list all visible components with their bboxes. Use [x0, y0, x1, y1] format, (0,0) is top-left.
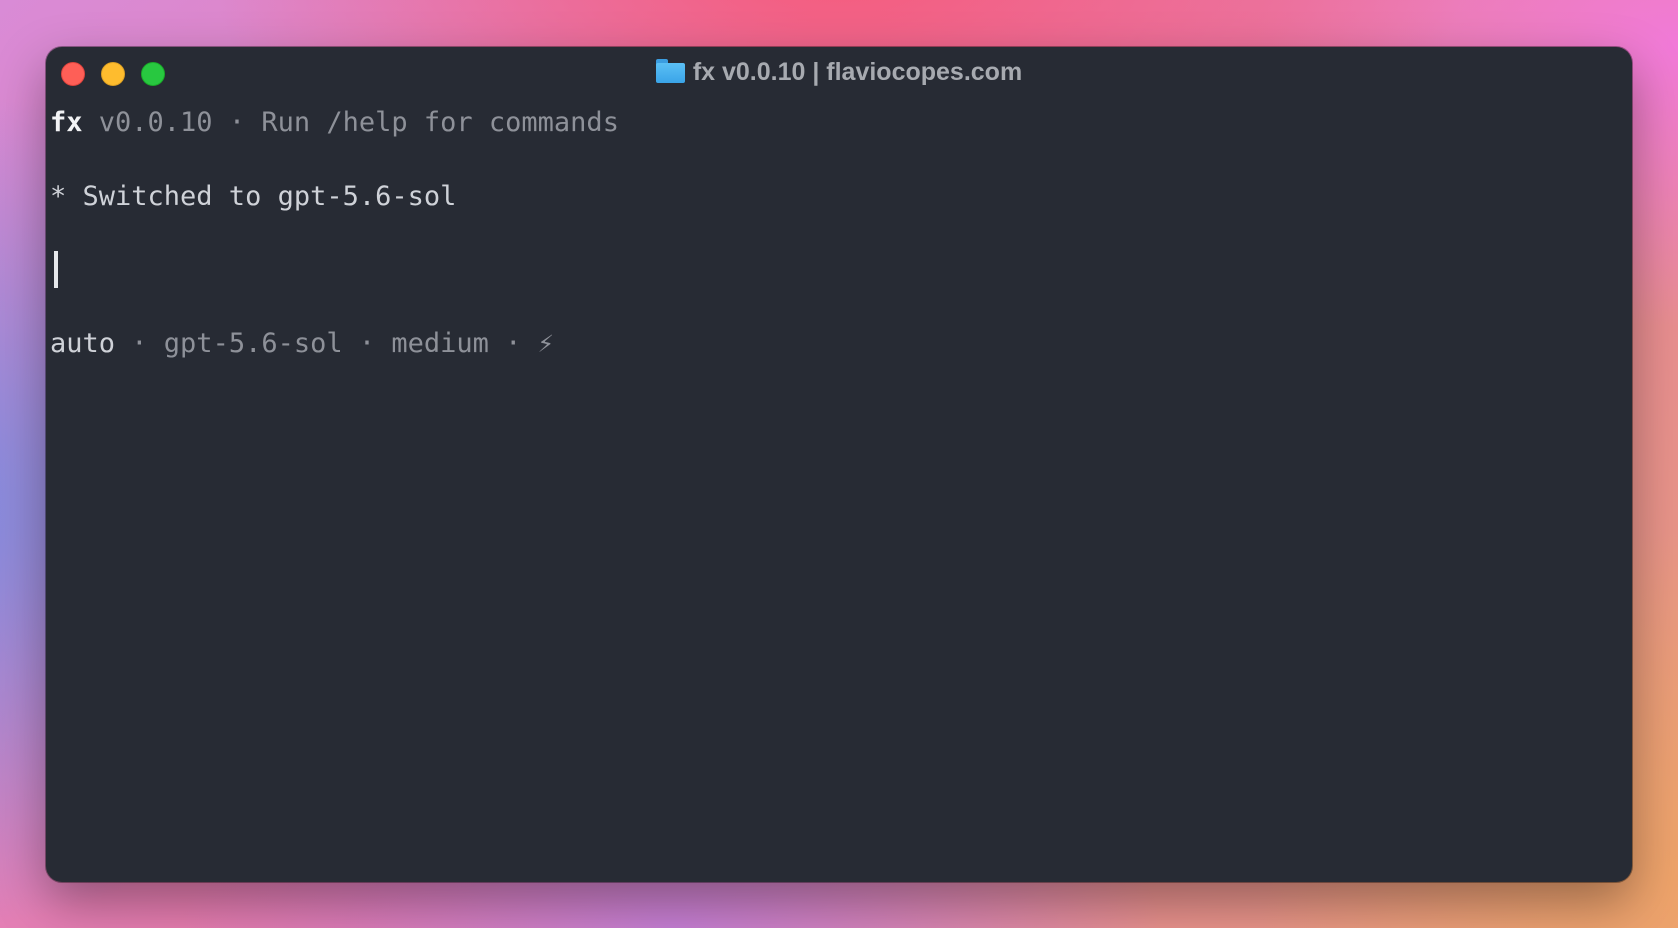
app-name: fx — [50, 107, 83, 138]
terminal-window: fx v0.0.10 | flaviocopes.com fx v0.0.10 … — [46, 47, 1632, 882]
status-bar: auto · gpt-5.6-sol · medium · ⚡︎ — [50, 325, 554, 362]
text-cursor — [54, 251, 58, 288]
folder-icon — [655, 59, 685, 83]
bolt-icon: ⚡︎ — [537, 328, 554, 359]
window-title: fx v0.0.10 | flaviocopes.com — [46, 57, 1632, 87]
header-info: v0.0.10 · Run /help for commands — [82, 107, 619, 138]
prompt-input[interactable] — [50, 251, 58, 288]
model-info: · gpt-5.6-sol · medium · — [115, 328, 538, 359]
status-message: * Switched to gpt-5.6-sol — [50, 181, 457, 212]
title-bar[interactable]: fx v0.0.10 | flaviocopes.com — [46, 47, 1632, 97]
window-title-text: fx v0.0.10 | flaviocopes.com — [692, 58, 1023, 86]
mode-label: auto — [50, 328, 116, 359]
header-line: fx v0.0.10 · Run /help for commands — [50, 104, 619, 141]
terminal-content[interactable]: fx v0.0.10 · Run /help for commands * Sw… — [50, 97, 619, 359]
